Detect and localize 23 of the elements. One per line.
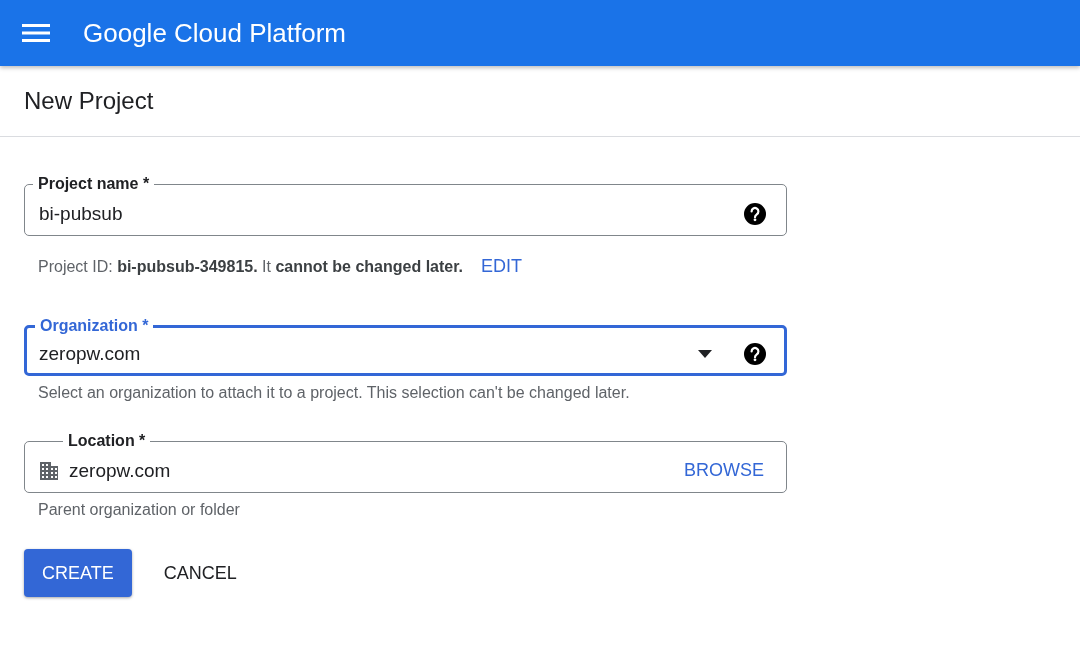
browse-button[interactable]: BROWSE — [682, 456, 766, 485]
building-icon — [39, 460, 59, 481]
hint-text: Parent organization or folder — [38, 501, 240, 519]
help-icon[interactable] — [744, 202, 766, 225]
field-value[interactable]: zeropw.com — [69, 459, 682, 482]
field-label: Location * — [67, 432, 147, 450]
app-title: Google Cloud Platform — [83, 17, 347, 49]
cancel-button[interactable]: CANCEL — [145, 549, 255, 597]
page-title: New Project — [24, 87, 154, 115]
menu-icon[interactable] — [22, 23, 50, 43]
hint-text: Select an organization to attach it to a project. This selection can't be changed later. — [38, 384, 630, 402]
field-value[interactable]: zeropw.com — [39, 342, 698, 365]
input-field[interactable]: Location * zeropw.com BROWSE — [24, 432, 787, 493]
edit-link[interactable]: EDIT — [481, 256, 523, 277]
field-label: Project name * — [37, 175, 151, 193]
input-field[interactable]: Project name * bi-pubsub — [24, 175, 787, 236]
input-field[interactable]: Organization * zeropw.com — [24, 317, 787, 376]
create-button[interactable]: CREATE — [24, 549, 132, 597]
caret-icon[interactable] — [698, 349, 712, 358]
field-label: Organization * — [39, 317, 150, 335]
help-icon[interactable] — [744, 342, 766, 365]
field-value[interactable]: bi-pubsub — [39, 202, 744, 225]
hint-text: Project ID: bi-pubsub-349815. It cannot be changed later. — [38, 257, 463, 276]
